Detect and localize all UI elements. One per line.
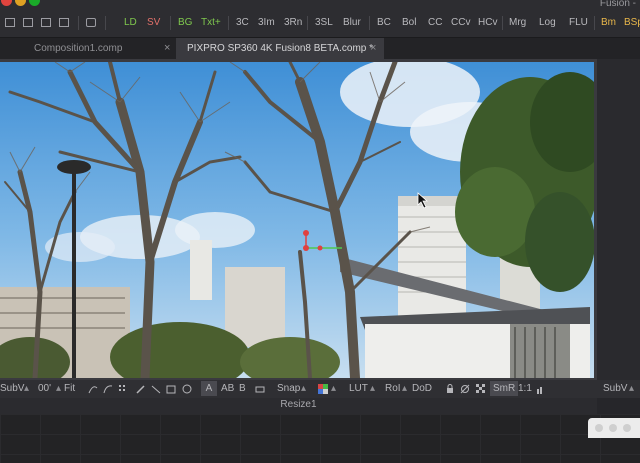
tool-sv-button[interactable]: SV	[147, 17, 160, 29]
tab-composition1[interactable]: Composition1.comp	[0, 38, 175, 59]
tool-text-button[interactable]: Txt+	[201, 17, 221, 29]
subview-button[interactable]: SubV	[0, 383, 24, 395]
layout-grid-icon[interactable]	[59, 18, 69, 27]
tool-3sl-button[interactable]: 3SL	[315, 17, 333, 29]
node-editor[interactable]	[0, 414, 640, 463]
right-viewer-control-bar: SubV ▴	[597, 380, 640, 398]
dropdown-arrow-icon[interactable]: ▴	[629, 383, 634, 395]
ratio-button[interactable]: 1:1	[518, 383, 532, 395]
dropdown-arrow-icon[interactable]: ▴	[301, 383, 306, 395]
tool-flu-button[interactable]: FLU	[569, 17, 588, 29]
tool-log-button[interactable]: Log	[539, 17, 556, 29]
dod-button[interactable]: DoD	[412, 383, 432, 395]
window-minimize-button[interactable]	[609, 424, 617, 432]
guides-icon[interactable]	[255, 384, 265, 394]
tab-label: PIXPRO SP360 4K Fusion8 BETA.comp *	[187, 43, 374, 54]
b-buffer-button[interactable]: B	[239, 383, 246, 395]
viewer-node-caption: Resize1	[0, 398, 597, 414]
tool-bm-button[interactable]: Bm	[601, 17, 616, 29]
color-channel-icon[interactable]	[318, 384, 328, 394]
bspline-icon[interactable]	[103, 384, 113, 394]
tool-cc-button[interactable]: CC	[428, 17, 442, 29]
rectangle-tool-icon[interactable]	[166, 384, 176, 394]
viewer-node-name: Resize1	[280, 399, 317, 410]
window-minimize-button[interactable]	[15, 0, 26, 6]
proxy-icon[interactable]	[460, 384, 470, 394]
layout-float-icon[interactable]	[41, 18, 51, 27]
tool-bg-button[interactable]: BG	[178, 17, 192, 29]
tool-mrg-button[interactable]: Mrg	[509, 17, 526, 29]
ab-compare-button[interactable]: AB	[221, 383, 234, 395]
dropdown-arrow-icon[interactable]: ▴	[402, 383, 407, 395]
snap-button[interactable]: Snap	[277, 383, 300, 395]
window-zoom-button[interactable]	[29, 0, 40, 6]
printer-icon[interactable]	[86, 18, 96, 27]
composition-tabs: Composition1.comp × PIXPRO SP360 4K Fusi…	[0, 38, 640, 59]
tool-hcv-button[interactable]: HCv	[478, 17, 497, 29]
layout-single-icon[interactable]	[5, 18, 15, 27]
tool-3c-button[interactable]: 3C	[236, 17, 249, 29]
zoom-value[interactable]: 00'	[38, 383, 51, 395]
viewer-control-bar: SubV ▴ 00' ▴ Fit A AB B Snap ▴ ▴ LUT ▴ R…	[0, 380, 597, 398]
roi-button[interactable]: RoI	[385, 383, 401, 395]
tool-ld-button[interactable]: LD	[124, 17, 137, 29]
a-buffer-button[interactable]: A	[201, 381, 217, 396]
window-close-button[interactable]	[595, 424, 603, 432]
grid-dots-icon[interactable]	[118, 384, 128, 394]
spline-icon[interactable]	[88, 384, 98, 394]
dropdown-arrow-icon[interactable]: ▴	[24, 383, 29, 395]
viewer-image	[0, 62, 594, 378]
layout-split-icon[interactable]	[23, 18, 33, 27]
tab-close-icon[interactable]: ×	[164, 38, 170, 59]
right-viewer-panel	[597, 59, 640, 380]
ellipse-tool-icon[interactable]	[182, 384, 192, 394]
tab-close-icon[interactable]: ×	[370, 38, 376, 59]
tool-bol-button[interactable]: Bol	[402, 17, 416, 29]
tool-bc-button[interactable]: BC	[377, 17, 391, 29]
main-toolbar: Fusion - LD SV BG Txt+ 3C 3Im 3Rn 3SL Bl…	[0, 0, 640, 38]
floating-window[interactable]	[588, 418, 640, 438]
level-meter-icon[interactable]	[536, 384, 546, 394]
lut-button[interactable]: LUT	[349, 383, 368, 395]
line-tool-icon[interactable]	[151, 384, 161, 394]
fit-button[interactable]: Fit	[64, 383, 75, 395]
smr-button[interactable]: SmR	[490, 381, 519, 396]
tab-pixpro-comp[interactable]: PIXPRO SP360 4K Fusion8 BETA.comp *	[176, 38, 384, 59]
tool-bsp-button[interactable]: BSp	[624, 17, 640, 29]
tool-blur-button[interactable]: Blur	[343, 17, 361, 29]
tab-label: Composition1.comp	[34, 43, 123, 54]
tool-ccv-button[interactable]: CCv	[451, 17, 470, 29]
tool-3im-button[interactable]: 3Im	[258, 17, 275, 29]
right-subview-button[interactable]: SubV	[603, 383, 627, 395]
lock-icon[interactable]	[445, 384, 455, 394]
checker-icon[interactable]	[476, 384, 486, 394]
window-close-button[interactable]	[1, 0, 12, 6]
dropdown-arrow-icon[interactable]: ▴	[56, 383, 61, 395]
tool-3rn-button[interactable]: 3Rn	[284, 17, 302, 29]
image-viewer[interactable]	[0, 62, 594, 378]
eyedropper-icon[interactable]	[136, 384, 146, 394]
app-title: Fusion -	[599, 0, 636, 9]
dropdown-arrow-icon[interactable]: ▴	[331, 383, 336, 395]
window-zoom-button[interactable]	[623, 424, 631, 432]
dropdown-arrow-icon[interactable]: ▴	[370, 383, 375, 395]
